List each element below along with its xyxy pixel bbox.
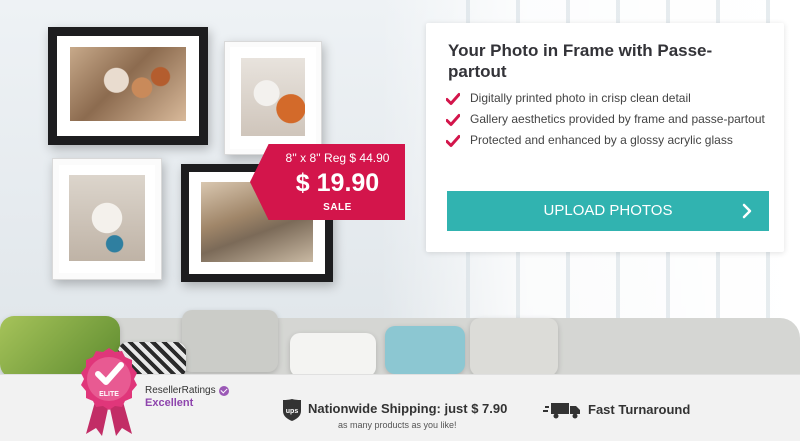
feature-item: Digitally printed photo in crisp clean d… <box>446 91 776 106</box>
woman-with-bulldog-photo <box>241 58 305 136</box>
frame-bulldog-photo <box>52 158 162 280</box>
pillow <box>470 318 558 374</box>
upload-photos-label: UPLOAD PHOTOS <box>543 202 673 219</box>
shipping-title: Nationwide Shipping: just $ 7.90 <box>308 401 508 416</box>
bulldog-photo <box>69 175 145 261</box>
ups-icon: ups <box>283 399 301 421</box>
reseller-name-row: ResellerRatings <box>145 385 229 396</box>
reseller-ratings[interactable]: ResellerRatings Excellent <box>145 385 229 409</box>
feature-list: Digitally printed photo in crisp clean d… <box>446 91 776 154</box>
check-icon <box>446 114 460 126</box>
upload-photos-button[interactable]: UPLOAD PHOTOS <box>447 191 769 231</box>
feature-text: Protected and enhanced by a glossy acryl… <box>470 133 733 147</box>
price-tag: 8'' x 8'' Reg $ 44.90 $ 19.90 SALE <box>250 144 405 220</box>
sale-price: $ 19.90 <box>295 169 380 197</box>
sale-label: SALE <box>323 202 352 213</box>
reseller-score: Excellent <box>145 397 194 409</box>
shipping-subtitle: as many products as you like! <box>338 420 457 430</box>
feature-item: Gallery aesthetics provided by frame and… <box>446 112 776 127</box>
chevron-right-icon <box>742 203 752 219</box>
check-icon <box>446 93 460 105</box>
verified-icon <box>218 385 229 396</box>
check-icon <box>446 135 460 147</box>
feature-text: Digitally printed photo in crisp clean d… <box>470 91 691 105</box>
elite-badge-label: ELITE <box>99 391 119 398</box>
pillow <box>290 333 376 374</box>
feature-text: Gallery aesthetics provided by frame and… <box>470 112 765 126</box>
size-and-regular-price: 8'' x 8'' Reg $ 44.90 <box>285 151 390 165</box>
couple-with-dog-photo <box>70 47 186 121</box>
product-card: Your Photo in Frame with Passe-partout D… <box>426 23 784 252</box>
product-title: Your Photo in Frame with Passe-partout <box>448 41 713 81</box>
elite-badge-icon[interactable]: ELITE <box>76 346 142 438</box>
pillow-blue <box>385 326 465 374</box>
feature-item: Protected and enhanced by a glossy acryl… <box>446 133 776 148</box>
truck-icon <box>543 403 580 419</box>
frame-couple-photo <box>48 27 208 145</box>
pillow <box>182 310 278 372</box>
frame-dog-woman-photo <box>224 41 322 155</box>
svg-text:ups: ups <box>286 408 299 415</box>
fast-turnaround-label: Fast Turnaround <box>588 402 691 417</box>
reseller-name: ResellerRatings <box>145 385 216 396</box>
